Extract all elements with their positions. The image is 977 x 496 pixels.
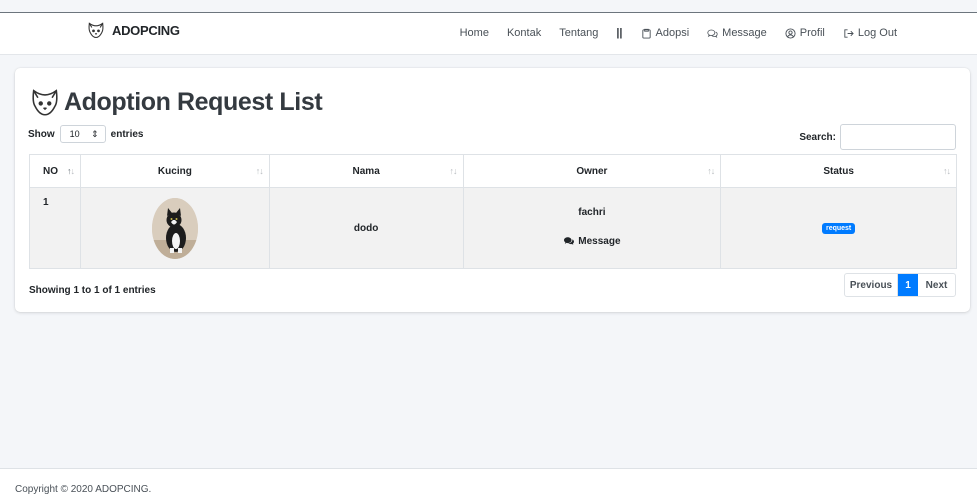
- entries-control: Show 10 ⇕ entries: [28, 125, 143, 143]
- navbar: ADOPCING Home Kontak Tentang || Adopsi M…: [0, 13, 977, 55]
- status-badge: request: [821, 223, 856, 234]
- header-kucing[interactable]: Kucing ↑↓: [79, 154, 270, 188]
- copyright-text: Copyright © 2020 ADOPCING.: [15, 484, 152, 495]
- nav-profil-label: Profil: [799, 27, 825, 39]
- search-control: Search:: [799, 124, 956, 150]
- message-owner-label: Message: [578, 235, 621, 247]
- page-title: Adoption Request List: [27, 85, 323, 119]
- table-info: Showing 1 to 1 of 1 entries: [29, 285, 156, 296]
- search-input[interactable]: [840, 124, 956, 150]
- nav-profil[interactable]: Profil: [785, 27, 825, 39]
- nav-logout[interactable]: Log Out: [843, 27, 897, 39]
- nav-tentang[interactable]: Tentang: [559, 27, 598, 39]
- cell-owner: fachri Message: [462, 187, 722, 269]
- cat-face-icon: [88, 22, 104, 39]
- entries-select[interactable]: 10 ⇕: [59, 125, 106, 143]
- adoption-card: Adoption Request List Show 10 ⇕ entries …: [15, 68, 970, 312]
- table-row: 1 dodo fachri Message request: [29, 187, 957, 269]
- nav-kontak[interactable]: Kontak: [507, 27, 541, 39]
- header-nama-label: Nama: [352, 165, 380, 177]
- nav-home[interactable]: Home: [460, 27, 489, 39]
- search-label: Search:: [799, 131, 836, 143]
- cat-photo[interactable]: [151, 197, 198, 259]
- cat-photo-graphic: [151, 197, 198, 259]
- sign-out-icon: [844, 28, 854, 38]
- header-no-label: NO: [43, 165, 58, 177]
- sort-icon: ↑↓: [449, 166, 458, 176]
- page-1-button[interactable]: 1: [898, 274, 918, 296]
- header-status[interactable]: Status ↑↓: [720, 154, 957, 188]
- cell-status: request: [720, 187, 957, 269]
- message-owner-button[interactable]: Message: [563, 235, 621, 247]
- nav-message[interactable]: Message: [707, 27, 767, 39]
- nav-separator: ||: [616, 27, 623, 39]
- nav-menu: Home Kontak Tentang || Adopsi Message Pr…: [460, 27, 897, 39]
- cell-kucing: [79, 187, 270, 269]
- nav-message-label: Message: [722, 27, 767, 39]
- page-title-text: Adoption Request List: [64, 87, 323, 116]
- adoption-table: NO ↑↓ Kucing ↑↓ Nama ↑↓ Owner ↑↓ Status: [29, 154, 957, 269]
- previous-button[interactable]: Previous: [845, 274, 898, 296]
- footer: Copyright © 2020 ADOPCING.: [0, 468, 977, 496]
- cell-no: 1: [29, 187, 81, 269]
- comments-icon: [707, 29, 718, 38]
- table-header-row: NO ↑↓ Kucing ↑↓ Nama ↑↓ Owner ↑↓ Status: [29, 154, 957, 188]
- cell-nama: dodo: [268, 187, 464, 269]
- brand[interactable]: ADOPCING: [86, 20, 180, 40]
- pagination: Previous 1 Next: [844, 273, 956, 297]
- header-no[interactable]: NO ↑↓: [29, 154, 81, 188]
- owner-name: fachri: [578, 206, 606, 218]
- sort-icon: ↑↓: [943, 166, 951, 176]
- show-label: Show: [28, 128, 55, 140]
- header-owner-label: Owner: [576, 165, 608, 177]
- header-owner[interactable]: Owner ↑↓: [462, 154, 722, 188]
- sort-updown-icon: ⇕: [91, 128, 99, 139]
- sort-icon: ↑↓: [66, 166, 75, 176]
- brand-name: ADOPCING: [112, 22, 180, 38]
- sort-icon: ↑↓: [255, 166, 264, 176]
- next-button[interactable]: Next: [918, 274, 955, 296]
- comments-icon: [564, 237, 575, 245]
- header-status-label: Status: [823, 165, 854, 177]
- cat-face-icon: [32, 89, 58, 116]
- nav-adopsi[interactable]: Adopsi: [641, 27, 690, 39]
- nav-logout-label: Log Out: [857, 27, 897, 39]
- nav-adopsi-label: Adopsi: [655, 27, 690, 39]
- clipboard-icon: [641, 28, 651, 39]
- user-circle-icon: [785, 27, 796, 39]
- sort-icon: ↑↓: [707, 166, 715, 176]
- header-nama[interactable]: Nama ↑↓: [268, 154, 464, 188]
- header-kucing-label: Kucing: [157, 165, 192, 177]
- entries-select-value: 10: [69, 129, 80, 139]
- entries-label: entries: [110, 128, 144, 140]
